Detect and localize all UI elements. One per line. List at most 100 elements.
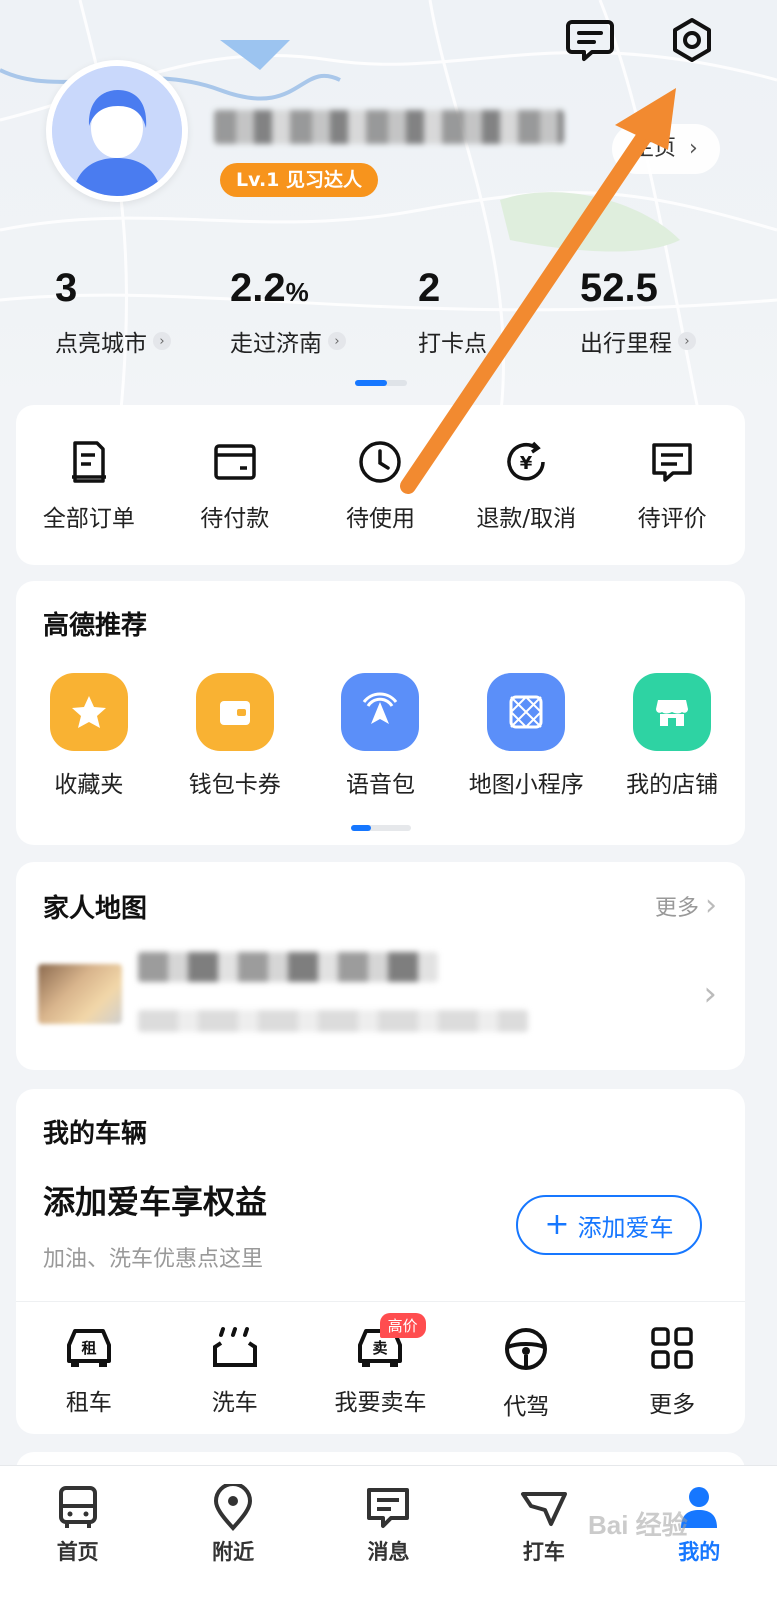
wallet-icon [213,444,256,480]
family-member-status-blurred [138,1010,528,1032]
stats-page-indicator [355,380,407,386]
shop-icon [633,673,712,751]
stat-value: 2.2 [230,266,286,310]
mini-program-item[interactable]: 地图小程序 [453,673,599,799]
chevron-right-icon: › [328,332,346,350]
taxi-icon [520,1492,567,1526]
grid-more-icon [651,1327,693,1369]
stat-value: 52.5 [580,266,658,310]
nav-label: 附近 [212,1540,255,1564]
service-label: 更多 [649,1392,696,1418]
wallet-coupons-item[interactable]: 钱包卡券 [162,673,308,799]
my-shop-item[interactable]: 我的店铺 [599,673,745,799]
chevron-right-icon[interactable]: › [703,974,717,1014]
chevron-right-icon: › [689,136,698,161]
stat-label: 走过济南 [230,331,322,357]
recommend-label: 语音包 [345,772,415,798]
nav-nearby[interactable]: 附近 [155,1466,310,1600]
voice-pack-item[interactable]: 语音包 [308,673,454,799]
order-label: 待付款 [200,506,270,532]
stat-checkins[interactable]: 2 打卡点 [418,264,487,358]
order-refund[interactable]: ¥ 退款/取消 [453,439,599,533]
family-title: 家人地图 [43,894,148,924]
nav-label: 打车 [522,1540,565,1564]
stat-label: 打卡点 [418,331,487,357]
receipt-icon [71,441,106,483]
comment-icon [652,443,692,482]
homepage-label: 主页 [632,136,677,161]
svg-text:卖: 卖 [373,1339,388,1357]
watermark: Bai 经验 [588,1510,688,1540]
settings-button[interactable] [662,10,722,70]
star-icon [49,673,128,751]
location-pin-icon [214,1484,253,1531]
designated-driver-item[interactable]: 代驾 [453,1325,599,1421]
order-all[interactable]: 全部订单 [16,439,162,533]
chevron-right-icon: › [153,332,171,350]
chevron-right-icon: › [678,332,696,350]
high-price-badge: 高价 [379,1313,426,1338]
more-services-item[interactable]: 更多 [599,1325,745,1421]
service-label: 代驾 [503,1394,550,1420]
car-wash-item[interactable]: 洗车 [162,1325,308,1421]
message-icon [367,1488,410,1528]
family-map-card: 家人地图 更多 › › [16,862,745,1070]
family-member-avatar[interactable] [38,964,122,1024]
bus-icon [58,1486,97,1528]
stat-cities[interactable]: 3 点亮城市 › [55,264,171,358]
voice-nav-icon [341,673,420,751]
order-to-review[interactable]: 待评价 [599,439,745,533]
car-wash-icon [212,1327,257,1367]
order-label: 全部订单 [42,506,135,532]
mini-program-icon [487,673,566,751]
chevron-right-icon: › [705,888,717,923]
service-label: 租车 [65,1390,112,1416]
message-icon-button[interactable] [560,10,620,70]
chat-icon [566,20,614,61]
stat-city-coverage[interactable]: 2.2% 走过济南 › [230,264,346,358]
order-to-use[interactable]: 待使用 [308,439,454,533]
sell-car-item[interactable]: 高价 卖 我要卖车 [308,1313,454,1421]
username-blurred [214,110,564,144]
order-label: 待评价 [637,506,707,532]
refund-icon: ¥ [507,441,546,481]
svg-text:¥: ¥ [520,453,533,474]
stat-label: 点亮城市 [55,331,147,357]
divider [16,1301,745,1302]
order-pending-payment[interactable]: 待付款 [162,439,308,533]
family-more-link[interactable]: 更多 › [655,888,717,923]
vehicle-headline: 添加爱车享权益 [43,1183,268,1221]
steering-wheel-icon [505,1328,548,1370]
vehicle-subtitle: 加油、洗车优惠点这里 [43,1247,264,1272]
favorites-item[interactable]: 收藏夹 [16,673,162,799]
recommend-label: 我的店铺 [626,772,719,798]
vehicle-card: 我的车辆 添加爱车享权益 加油、洗车优惠点这里 + 添加爱车 租 租车 洗车 高… [16,1089,745,1434]
family-member-name-blurred [138,952,438,982]
nav-messages[interactable]: 消息 [311,1466,466,1600]
nav-home[interactable]: 首页 [0,1466,155,1600]
clock-icon [359,441,402,483]
gear-icon [673,18,711,62]
rent-car-icon: 租 [66,1329,111,1367]
stat-label: 出行里程 [580,331,672,357]
recommend-title: 高德推荐 [43,611,148,641]
order-label: 退款/取消 [476,506,577,532]
add-car-button[interactable]: + 添加爱车 [516,1195,702,1255]
rent-car-item[interactable]: 租 租车 [16,1325,162,1421]
level-badge[interactable]: Lv.1 见习达人 [220,163,378,197]
homepage-button[interactable]: 主页 › [612,124,720,174]
wallet-card-icon [195,673,274,751]
orders-card: 全部订单 待付款 待使用 ¥ 退款/取消 待评价 [16,405,745,565]
order-label: 待使用 [345,506,415,532]
svg-text:租: 租 [81,1339,96,1357]
service-label: 我要卖车 [334,1390,427,1416]
recommend-card: 高德推荐 收藏夹 钱包卡券 语音包 地图小程序 我的店铺 [16,581,745,845]
plus-icon: + [544,1207,570,1242]
stat-value: 3 [55,266,78,310]
avatar[interactable] [46,60,188,202]
recommend-label: 收藏夹 [54,772,124,798]
service-label: 洗车 [211,1390,258,1416]
nav-label: 消息 [367,1540,410,1564]
nav-label: 首页 [56,1540,99,1564]
stat-mileage[interactable]: 52.5 出行里程 › [580,264,696,358]
